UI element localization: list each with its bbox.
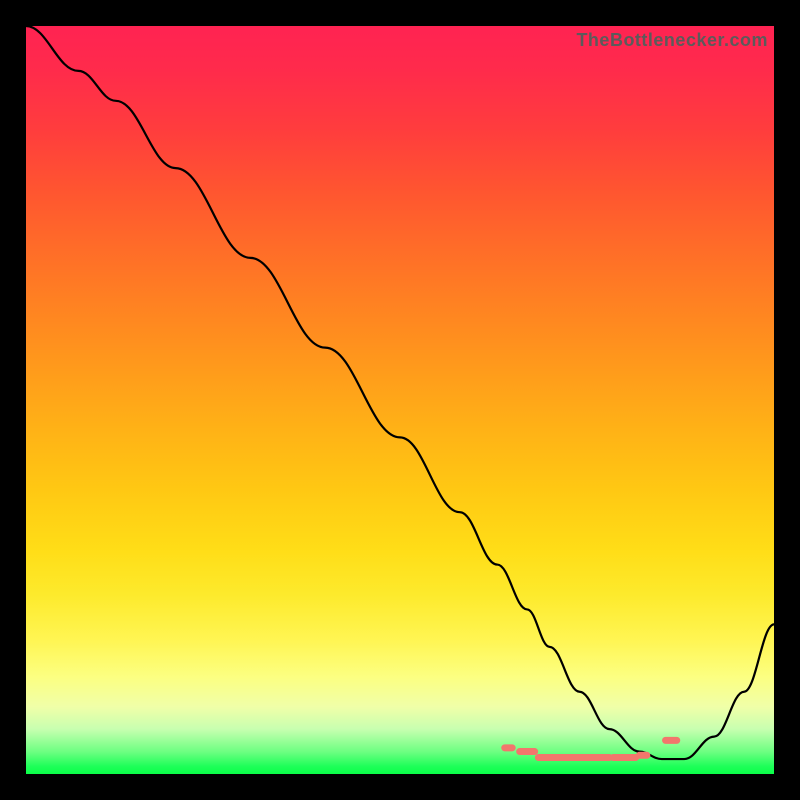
chart-container: TheBottlenecker.com (0, 0, 800, 800)
gradient-background (26, 26, 774, 774)
plot-area: TheBottlenecker.com (26, 26, 774, 774)
watermark-text: TheBottlenecker.com (576, 30, 768, 51)
